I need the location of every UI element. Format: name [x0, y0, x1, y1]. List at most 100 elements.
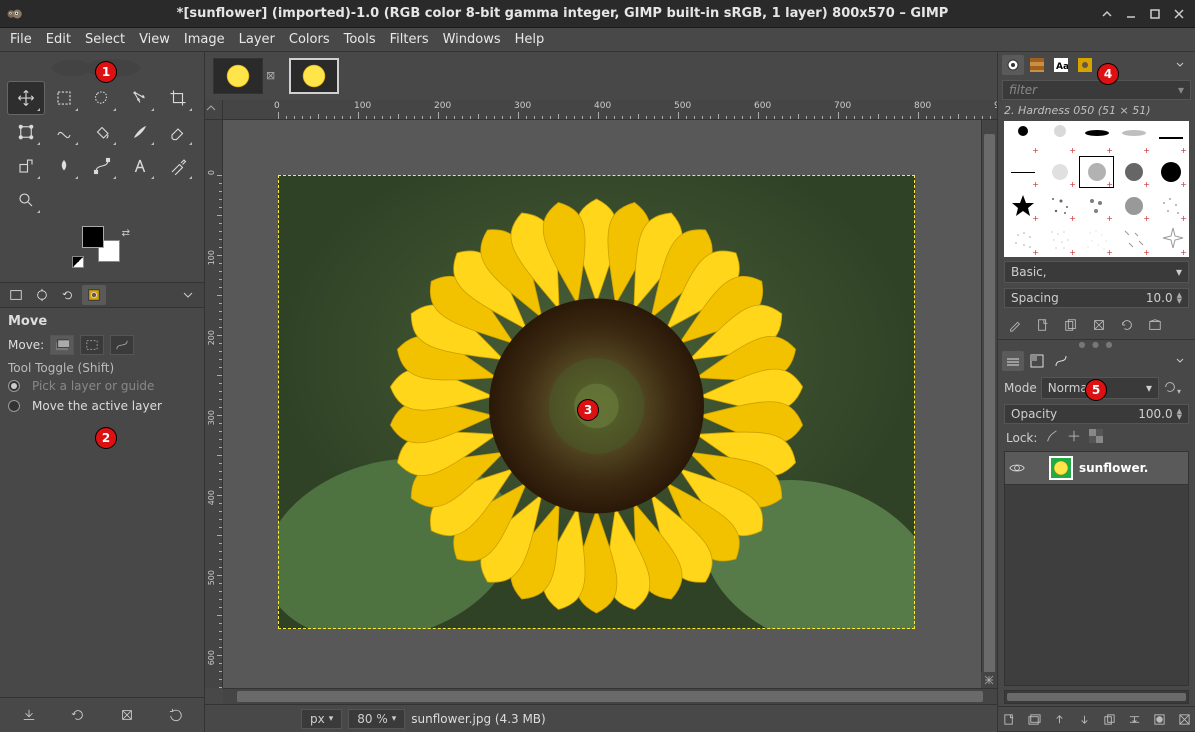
delete-brush-button[interactable] [1088, 315, 1110, 335]
rollup-button[interactable] [1097, 4, 1117, 24]
refresh-brushes-button[interactable] [1116, 315, 1138, 335]
lower-layer-button[interactable] [1075, 710, 1093, 728]
lock-alpha-button[interactable] [1089, 429, 1103, 446]
merge-down-button[interactable] [1125, 710, 1143, 728]
default-colors-icon[interactable] [72, 256, 84, 268]
menu-colors[interactable]: Colors [289, 32, 330, 47]
brush-item[interactable] [1152, 189, 1189, 223]
tool-text[interactable] [122, 150, 158, 182]
new-brush-button[interactable] [1032, 315, 1054, 335]
delete-options-button[interactable] [116, 704, 138, 726]
raise-layer-button[interactable] [1050, 710, 1068, 728]
menu-file[interactable]: File [10, 32, 32, 47]
canvas[interactable] [223, 120, 981, 688]
brush-item[interactable] [1115, 155, 1152, 189]
mode-switch-button[interactable]: ▾ [1163, 380, 1189, 397]
navigation-button[interactable] [981, 672, 997, 688]
menu-tools[interactable]: Tools [344, 32, 376, 47]
menu-layer[interactable]: Layer [239, 32, 275, 47]
spacing-down[interactable]: ▼ [1177, 298, 1182, 304]
layer-item[interactable]: sunflower. [1005, 452, 1188, 485]
tool-move[interactable] [8, 82, 44, 114]
tab-undo-history[interactable] [56, 285, 80, 305]
new-layer-button[interactable] [1000, 710, 1018, 728]
tool-crop[interactable] [160, 82, 196, 114]
tab-paths[interactable] [1050, 351, 1072, 371]
tool-free-select[interactable] [84, 82, 120, 114]
brush-item[interactable] [1041, 189, 1078, 223]
brush-item[interactable] [1115, 189, 1152, 223]
duplicate-brush-button[interactable] [1060, 315, 1082, 335]
layer-name[interactable]: sunflower. [1079, 461, 1148, 475]
duplicate-layer-button[interactable] [1100, 710, 1118, 728]
minimize-button[interactable] [1121, 4, 1141, 24]
menu-help[interactable]: Help [515, 32, 545, 47]
brush-preset-select[interactable]: Basic,▾ [1004, 261, 1189, 283]
brush-item[interactable] [1078, 223, 1115, 257]
brush-item[interactable] [1152, 223, 1189, 257]
menu-image[interactable]: Image [184, 32, 225, 47]
maximize-button[interactable] [1145, 4, 1165, 24]
brush-spacing-input[interactable]: Spacing 10.0 ▲▼ [1004, 288, 1189, 308]
brush-item[interactable] [1078, 121, 1115, 155]
menu-select[interactable]: Select [85, 32, 125, 47]
move-mode-layer[interactable] [50, 335, 74, 355]
move-mode-path[interactable] [110, 335, 134, 355]
menu-edit[interactable]: Edit [46, 32, 71, 47]
lock-position-button[interactable] [1067, 429, 1081, 446]
new-group-button[interactable] [1025, 710, 1043, 728]
option-pick-layer[interactable]: Pick a layer or guide [8, 379, 196, 393]
brush-item[interactable] [1004, 223, 1041, 257]
delete-layer-button[interactable] [1175, 710, 1193, 728]
ruler-horizontal[interactable]: 0100200300400500600700800900 [223, 100, 997, 120]
unit-selector[interactable]: px▾ [301, 709, 342, 729]
visibility-toggle[interactable] [1009, 460, 1025, 476]
tab-menu-button[interactable] [176, 285, 200, 305]
layer-thumbnail[interactable] [1049, 456, 1073, 480]
close-icon[interactable]: ⊠ [266, 69, 280, 83]
tool-paths[interactable] [84, 150, 120, 182]
ruler-origin[interactable] [205, 100, 223, 120]
opacity-input[interactable]: Opacity 100.0 ▲▼ [1004, 404, 1189, 424]
tool-bucket[interactable] [84, 116, 120, 148]
brush-item[interactable] [1152, 155, 1189, 189]
brush-filter-input[interactable]: filter▾ [1002, 80, 1191, 100]
lock-pixels-button[interactable] [1045, 429, 1059, 446]
fg-color-swatch[interactable] [82, 226, 104, 248]
brush-item[interactable] [1078, 155, 1115, 189]
tab-brushes[interactable] [1002, 55, 1024, 75]
tab-history[interactable] [1074, 55, 1096, 75]
mask-button[interactable] [1150, 710, 1168, 728]
menu-windows[interactable]: Windows [443, 32, 501, 47]
restore-options-button[interactable] [67, 704, 89, 726]
brush-item[interactable] [1004, 155, 1041, 189]
tab-layers[interactable] [1002, 351, 1024, 371]
brush-item[interactable] [1152, 121, 1189, 155]
tool-smudge[interactable] [46, 150, 82, 182]
tab-fonts[interactable]: Aa [1050, 55, 1072, 75]
tool-warp[interactable] [46, 116, 82, 148]
layers-scrollbar[interactable] [1004, 690, 1189, 704]
save-options-button[interactable] [18, 704, 40, 726]
tab-tool-options[interactable] [4, 285, 28, 305]
image-tab-0[interactable]: ⊠ [213, 58, 263, 94]
move-mode-selection[interactable] [80, 335, 104, 355]
menu-filters[interactable]: Filters [390, 32, 429, 47]
tab-device-status[interactable] [30, 285, 54, 305]
tab-images[interactable] [82, 285, 106, 305]
tool-rect-select[interactable] [46, 82, 82, 114]
opacity-down[interactable]: ▼ [1177, 414, 1182, 420]
brushes-detach-button[interactable] [1169, 55, 1191, 75]
open-as-image-button[interactable] [1144, 315, 1166, 335]
tool-paintbrush[interactable] [122, 116, 158, 148]
reset-options-button[interactable] [165, 704, 187, 726]
image-tab-1[interactable] [289, 58, 339, 94]
brush-item[interactable] [1115, 121, 1152, 155]
close-button[interactable] [1169, 4, 1189, 24]
tool-clone[interactable] [8, 150, 44, 182]
vertical-scrollbar[interactable] [981, 120, 997, 688]
tab-channels[interactable] [1026, 351, 1048, 371]
tool-zoom[interactable] [8, 184, 44, 216]
brush-item[interactable] [1041, 155, 1078, 189]
brush-item[interactable] [1041, 121, 1078, 155]
